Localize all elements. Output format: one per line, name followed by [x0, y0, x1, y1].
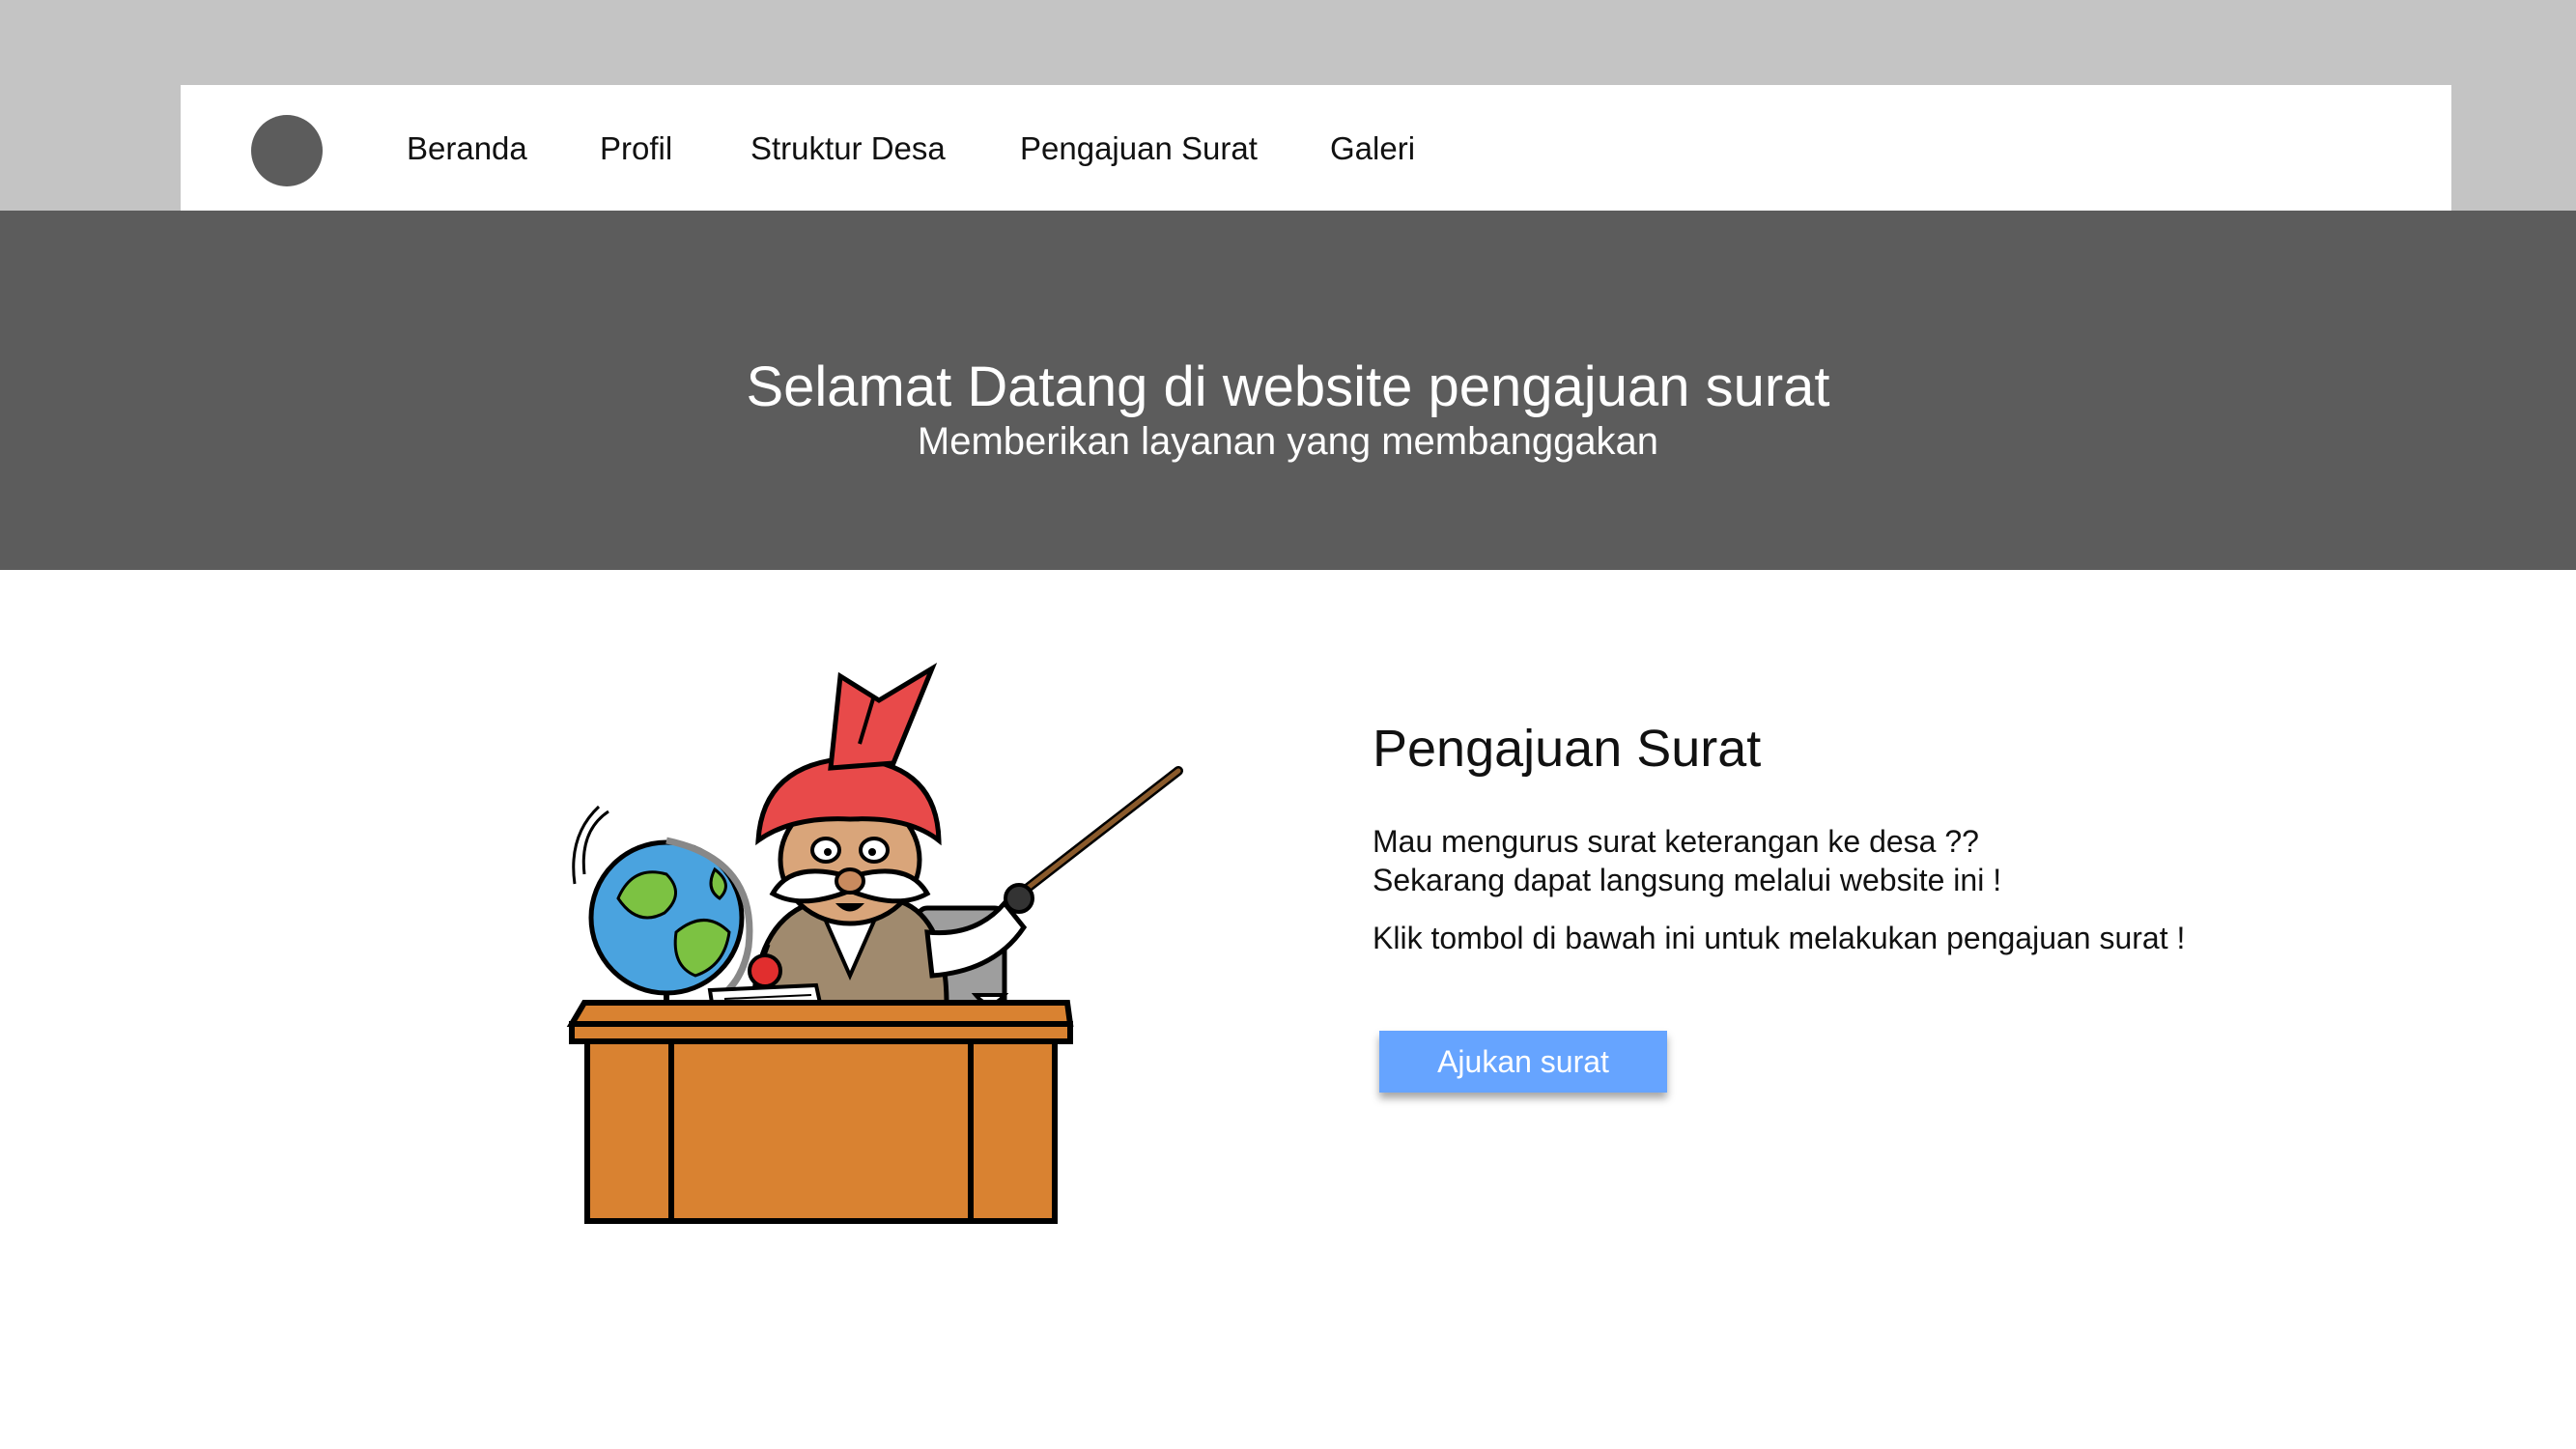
section-title: Pengajuan Surat — [1373, 720, 1762, 778]
hero-banner: Selamat Datang di website pengajuan sura… — [0, 211, 2576, 570]
nav-item-struktur-desa[interactable]: Struktur Desa — [750, 129, 946, 168]
hero-subtitle: Memberikan layanan yang membanggakan — [917, 420, 1659, 463]
description-line-2: Sekarang dapat langsung melalui website … — [1373, 863, 2002, 897]
navbar: Beranda Profil Struktur Desa Pengajuan S… — [181, 85, 2451, 211]
nav-item-galeri[interactable]: Galeri — [1330, 129, 1415, 168]
nav-item-pengajuan-surat[interactable]: Pengajuan Surat — [1020, 129, 1258, 168]
description-line-1: Mau mengurus surat keterangan ke desa ?? — [1373, 824, 1979, 859]
page: Beranda Profil Struktur Desa Pengajuan S… — [0, 0, 2576, 1449]
nav-item-profil[interactable]: Profil — [600, 129, 672, 168]
ajukan-surat-button[interactable]: Ajukan surat — [1379, 1031, 1667, 1093]
teacher-at-desk-illustration — [566, 662, 1183, 1224]
logo-circle-icon[interactable] — [251, 115, 323, 186]
hero-title: Selamat Datang di website pengajuan sura… — [746, 355, 1830, 418]
nav-item-beranda[interactable]: Beranda — [407, 129, 527, 168]
description-line-3: Klik tombol di bawah ini untuk melakukan… — [1373, 921, 2186, 955]
